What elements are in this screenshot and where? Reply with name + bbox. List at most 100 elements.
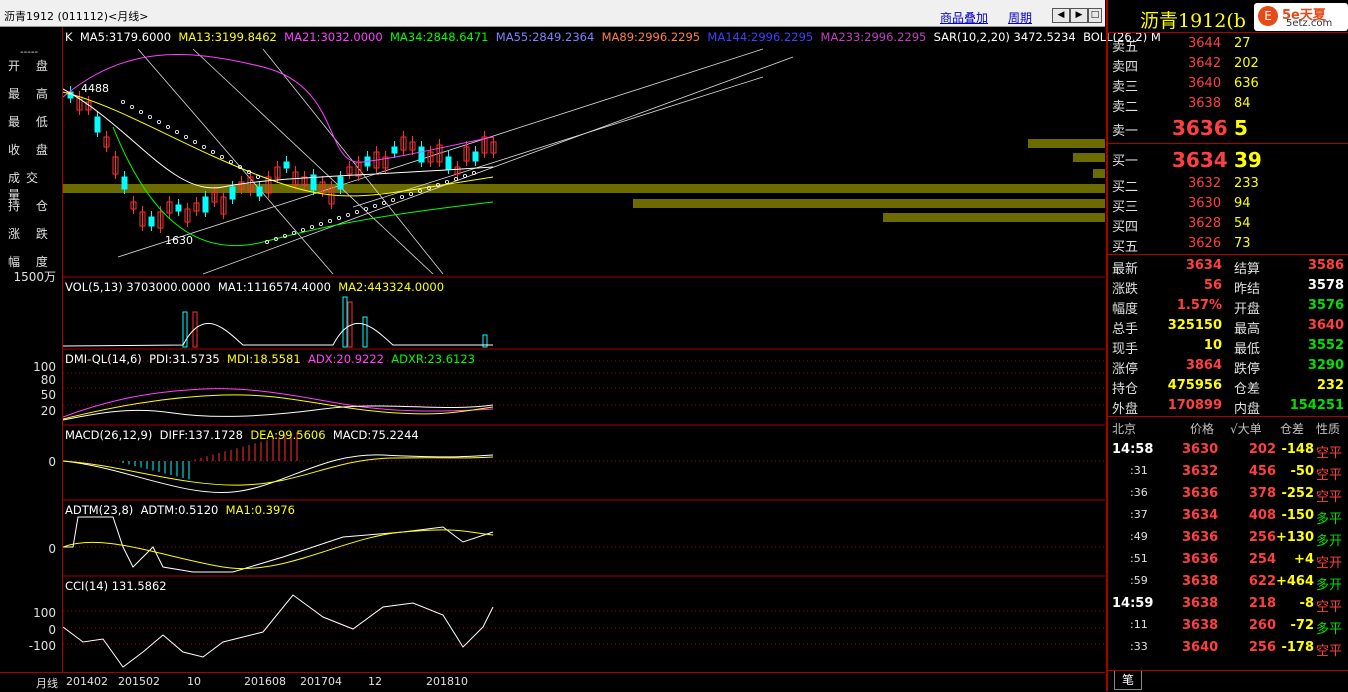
tick-nature: 多平 (1316, 622, 1343, 637)
stat-row: 幅度 1.57% 开盘 3576 (1108, 296, 1348, 317)
stat-row: 持仓 475956 仓差 232 (1108, 376, 1348, 397)
bid-price: 3634 (1172, 148, 1228, 172)
ask-label: 卖二 (1112, 100, 1139, 115)
high-price-marker: 4488 (81, 82, 109, 95)
x-label: 201502 (118, 675, 160, 688)
tick-volume: 260 (1248, 618, 1276, 633)
bid-row: 买一 3634 39 (1108, 148, 1348, 172)
depth-bar (1073, 153, 1105, 162)
tick-price: 3634 (1182, 508, 1219, 523)
period-link[interactable]: 周期 (1008, 9, 1032, 26)
candle-body (229, 186, 236, 200)
depth-bar (1093, 169, 1105, 178)
vol-ma2: MA2:443324.0000 (338, 280, 445, 294)
ask-row: 卖五 3644 27 (1108, 34, 1348, 55)
sar-dot (318, 221, 323, 226)
ask-price: 3638 (1188, 96, 1222, 111)
bid-price: 3630 (1188, 196, 1222, 211)
dmi-pdi: PDI:31.5735 (149, 352, 220, 366)
stat-label: 涨停 (1112, 362, 1139, 377)
tick-time: :37 (1130, 508, 1148, 521)
tick-time: 14:58 (1112, 442, 1154, 457)
tick-time: :11 (1130, 618, 1148, 631)
adtm-ma1: MA1:0.3976 (225, 503, 295, 517)
expand-icon[interactable]: □ (1088, 8, 1102, 23)
tick-price: 3630 (1182, 442, 1219, 457)
dmi-y-50: 50 (40, 388, 56, 402)
tick-price: 3636 (1182, 530, 1219, 545)
cci-y-100: 100 (33, 606, 56, 620)
stat-label: 现手 (1112, 342, 1139, 357)
macd-y-0: 0 (48, 455, 56, 469)
tick-volume: 256 (1248, 530, 1276, 545)
ask-volume: 202 (1234, 56, 1259, 71)
volume-bar (342, 296, 348, 348)
sar-dot (363, 206, 368, 211)
tick-row: :11 3638 260 -72 多平 (1108, 616, 1348, 638)
candle-body (121, 176, 128, 190)
ask-volume: 636 (1234, 76, 1259, 91)
main-panel-title: K MA5:3179.6000 MA13:3199.8462 MA21:3032… (65, 30, 1161, 44)
bid-price: 3632 (1188, 176, 1222, 191)
tick-volume: 256 (1248, 640, 1276, 655)
dmi-line (63, 404, 494, 421)
tick-row: :33 3640 256 -178 空平 (1108, 638, 1348, 660)
right-arrow-icon[interactable]: ▶ (1070, 8, 1088, 23)
sar-dot (192, 140, 197, 145)
ask-price: 3636 (1172, 116, 1228, 140)
tick-nature: 空开 (1316, 556, 1343, 571)
chart-area[interactable]: K MA5:3179.6000 MA13:3199.8462 MA21:3032… (63, 27, 1161, 672)
sar-dot (139, 110, 144, 115)
stat-value: 3290 (1307, 358, 1344, 373)
ask-price: 3640 (1188, 76, 1222, 91)
vol-ma1: MA1:1116574.4000 (217, 280, 331, 294)
tick-diff: +464 (1275, 574, 1314, 589)
tick-row: 14:58 3630 202 -148 空平 (1108, 440, 1348, 462)
logo: E 5e天夏 5etz.com (1254, 3, 1348, 31)
tick-nature: 多开 (1316, 578, 1343, 593)
divider (1108, 254, 1348, 255)
tick-price: 3638 (1182, 596, 1219, 611)
sar-dot (444, 179, 449, 184)
x-label: 201608 (244, 675, 286, 688)
stat-row: 总手 325150 最高 3640 (1108, 316, 1348, 337)
tick-price: 3636 (1182, 552, 1219, 567)
stat-label: 仓差 (1234, 382, 1261, 397)
bid-volume: 39 (1234, 148, 1262, 172)
dmi-adx: ADX:20.9222 (307, 352, 384, 366)
tick-volume: 218 (1248, 596, 1276, 611)
sar-dot (300, 227, 305, 232)
info-label: 最 高 (8, 87, 54, 101)
tick-volume: 202 (1248, 442, 1276, 457)
period-label: 月线 (36, 677, 58, 690)
sar-dot (354, 209, 359, 214)
sar-dot (381, 200, 386, 205)
dmi-panel-title: DMI-QL(14,6) PDI:31.5735 MDI:18.5581 ADX… (65, 352, 475, 366)
x-label: 201402 (66, 675, 108, 688)
bid-label: 买二 (1112, 180, 1139, 195)
tick-row: :49 3636 256 +130 多开 (1108, 528, 1348, 550)
info-label: 最 低 (8, 115, 54, 129)
dmi-mdi: MDI:18.5581 (227, 352, 301, 366)
tick-diff: +4 (1294, 552, 1314, 567)
tick-price: 3638 (1182, 574, 1219, 589)
ask-label: 卖五 (1112, 40, 1139, 55)
dmi-line (63, 388, 494, 418)
ma55-label: MA55:2849.2364 (495, 30, 595, 44)
tick-header-big: √大单 (1230, 422, 1262, 436)
bid-row: 买三 3630 94 (1108, 194, 1348, 215)
tick-volume: 622 (1248, 574, 1276, 589)
left-arrow-icon[interactable]: ◀ (1052, 8, 1070, 23)
candle-body (148, 216, 155, 227)
tab-trades[interactable]: 笔 (1114, 671, 1142, 690)
bid-volume: 54 (1234, 216, 1251, 231)
stat-row: 最新 3634 结算 3586 (1108, 256, 1348, 277)
overlay-link[interactable]: 商品叠加 (940, 9, 988, 26)
ma233-label: MA233:2996.2295 (820, 30, 927, 44)
ma34-label: MA34:2848.6471 (389, 30, 489, 44)
gann-fan-line (192, 48, 434, 275)
kline-chart[interactable] (63, 27, 1105, 672)
cci-y-0: 0 (48, 623, 56, 637)
tick-nature: 多平 (1316, 512, 1343, 527)
tick-time: :33 (1130, 640, 1148, 653)
